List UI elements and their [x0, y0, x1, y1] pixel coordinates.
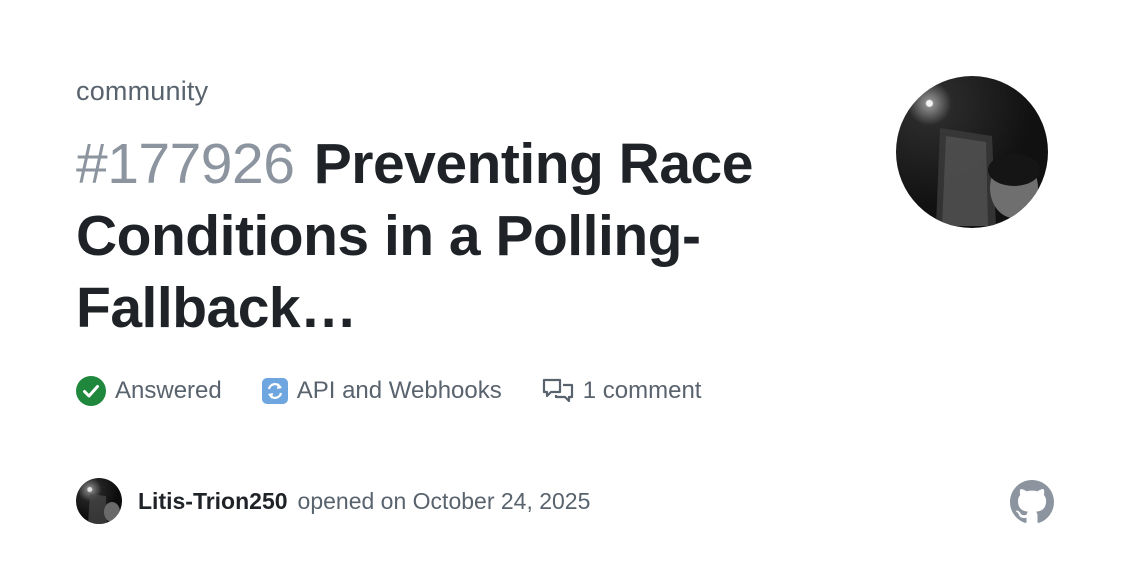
author-footer: Litis-Trion250 opened on October 24, 202… [76, 478, 590, 524]
repo-name[interactable]: community [76, 76, 208, 107]
status-label: Answered [115, 377, 222, 404]
check-circle-icon [76, 376, 106, 406]
arrows-refresh-icon [261, 378, 288, 404]
status-answered: Answered [76, 376, 222, 406]
opened-date: opened on October 24, 2025 [297, 487, 591, 514]
comments-count-label: 1 comment [582, 377, 702, 404]
category-link[interactable]: API and Webhooks [261, 377, 502, 405]
comments-link[interactable]: 1 comment [542, 377, 702, 405]
category-label: API and Webhooks [296, 377, 502, 404]
author-name[interactable]: Litis-Trion250 [138, 488, 288, 515]
page-title: #177926 Preventing Race Conditions in a … [76, 128, 776, 344]
author-avatar[interactable] [76, 478, 122, 524]
issue-number: #177926 [76, 132, 295, 196]
discussion-meta: Answered API and Webhooks 1 comment [76, 376, 741, 406]
comment-discussion-icon [542, 377, 574, 405]
author-avatar-large [896, 76, 1048, 228]
github-logo-icon [1010, 480, 1054, 523]
